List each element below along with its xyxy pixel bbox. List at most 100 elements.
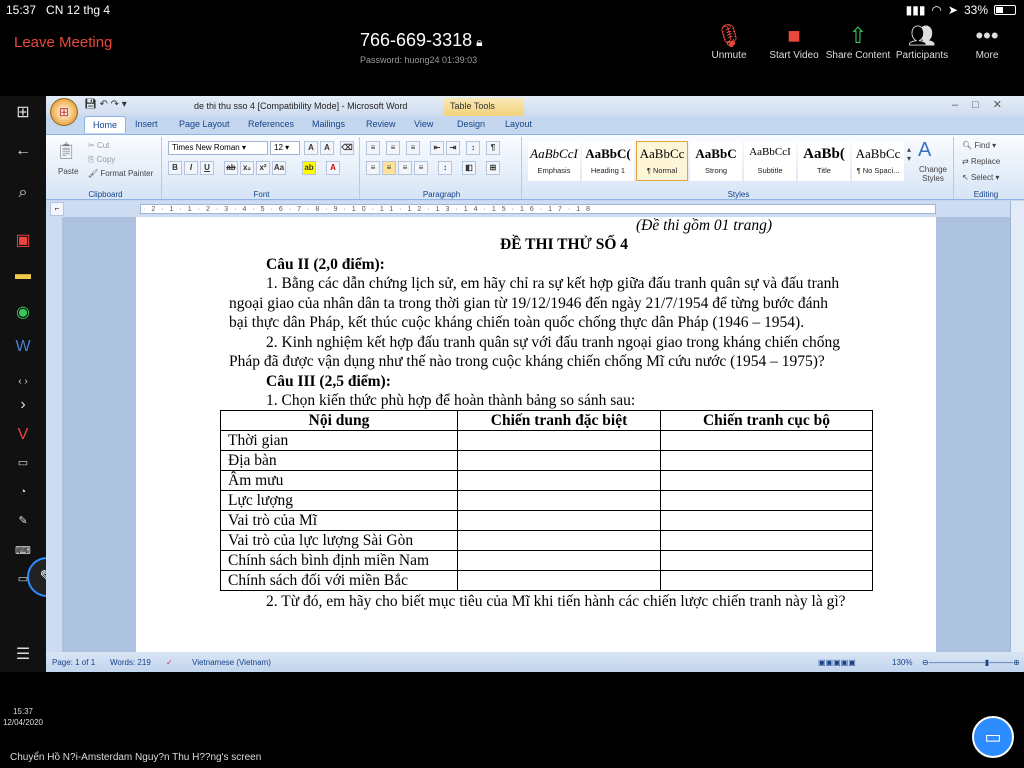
table-cell[interactable] [660, 530, 873, 551]
change-styles-icon[interactable]: A [918, 139, 931, 162]
v-app-icon[interactable]: V [10, 426, 36, 448]
align-center-icon[interactable]: ≡ [382, 161, 396, 175]
paste-icon[interactable]: 📋︎ [56, 141, 76, 161]
format-painter-button[interactable]: 🖌︎ Format Painter [88, 169, 153, 178]
scroll-arrows-icon[interactable]: ‹ › [10, 376, 36, 398]
bold-icon[interactable]: B [168, 161, 182, 175]
shrink-font-icon[interactable]: A [320, 141, 334, 155]
table-cell[interactable] [660, 450, 873, 471]
table-cell[interactable] [660, 510, 873, 531]
line-spacing-icon[interactable]: ↕ [438, 161, 452, 175]
table-cell[interactable] [457, 510, 661, 531]
pen-tray-icon[interactable]: ✎ [10, 514, 36, 536]
search-icon[interactable]: ⌕ [10, 184, 36, 206]
more-button[interactable]: ••• More [952, 22, 1022, 61]
windows-start-icon[interactable]: ⊞ [10, 102, 36, 124]
table-cell[interactable]: Vai trò của lực lượng Sài Gòn [220, 530, 458, 551]
justify-icon[interactable]: ≡ [414, 161, 428, 175]
chevron-right-icon[interactable]: › [10, 396, 36, 418]
superscript-icon[interactable]: x² [256, 161, 270, 175]
numbering-icon[interactable]: ≡ [386, 141, 400, 155]
table-cell[interactable] [660, 570, 873, 591]
table-cell[interactable]: Vai trò của Mĩ [220, 510, 458, 531]
style-normal[interactable]: AaBbCc ¶ Normal [636, 141, 688, 181]
zoom-slider[interactable]: ⊖———————▮———⊕ [922, 658, 1020, 667]
table-cell[interactable] [457, 450, 661, 471]
vertical-ruler[interactable] [46, 217, 62, 652]
ruler-track[interactable]: ·2·1·1·2·3·4·5·6·7·8·9·10·11·12·13·14·15… [140, 204, 936, 214]
clear-format-icon[interactable]: ⌫ [340, 141, 354, 155]
table-cell[interactable] [457, 550, 661, 571]
table-header[interactable]: Chiến tranh cục bộ [660, 410, 873, 431]
language[interactable]: Vietnamese (Vietnam) [192, 658, 271, 667]
copy-button[interactable]: ⎘ Copy [88, 155, 115, 165]
document-page[interactable]: (Đề thi gồm 01 trang) ĐỀ THI THỬ SỐ 4 Câ… [136, 217, 936, 652]
tab-home[interactable]: Home [84, 116, 127, 133]
tab-page-layout[interactable]: Page Layout [179, 119, 230, 129]
change-styles-button[interactable]: Change Styles [918, 165, 948, 183]
share-content-button[interactable]: ⇧ Share Content [823, 22, 893, 61]
table-cell[interactable] [457, 470, 661, 491]
page-count[interactable]: Page: 1 of 1 [52, 658, 95, 667]
table-cell[interactable]: Chính sách bình định miền Nam [220, 550, 458, 571]
paste-button[interactable]: Paste [58, 167, 78, 176]
highlight-icon[interactable]: ab [302, 161, 316, 175]
style-emphasis[interactable]: AaBbCcI Emphasis [528, 141, 580, 181]
tab-mailings[interactable]: Mailings [312, 119, 345, 129]
font-name-select[interactable]: Times New Roman ▾ [168, 141, 268, 155]
table-cell[interactable]: Thời gian [220, 430, 458, 451]
quick-access-toolbar[interactable]: 💾︎ ↶ ↷ ▾ [84, 99, 127, 110]
office-button[interactable]: ⊞ [50, 98, 78, 126]
table-cell[interactable] [457, 570, 661, 591]
italic-icon[interactable]: I [184, 161, 198, 175]
table-cell[interactable] [660, 490, 873, 511]
font-color-icon[interactable]: A [326, 161, 340, 175]
multilevel-list-icon[interactable]: ≡ [406, 141, 420, 155]
style-subtitle[interactable]: AaBbCcI Subtitle [744, 141, 796, 181]
table-header[interactable]: Chiến tranh đặc biệt [457, 410, 661, 431]
subscript-icon[interactable]: x₂ [240, 161, 254, 175]
find-button[interactable]: 🔍︎ Find ▾ [962, 141, 996, 150]
tab-design[interactable]: Design [457, 119, 485, 129]
bullets-icon[interactable]: ≡ [366, 141, 380, 155]
decrease-indent-icon[interactable]: ⇤ [430, 141, 444, 155]
table-cell[interactable] [660, 550, 873, 571]
borders-icon[interactable]: ⊞ [486, 161, 500, 175]
tab-insert[interactable]: Insert [135, 119, 158, 129]
back-icon[interactable]: ← [10, 142, 36, 164]
participants-button[interactable]: 👥︎ Participants [887, 22, 957, 61]
underline-icon[interactable]: U [200, 161, 214, 175]
table-cell[interactable]: Lực lượng [220, 490, 458, 511]
grow-font-icon[interactable]: A [304, 141, 318, 155]
word-count[interactable]: Words: 219 [110, 658, 151, 667]
tab-review[interactable]: Review [366, 119, 396, 129]
table-cell[interactable] [457, 530, 661, 551]
window-controls[interactable]: –□✕ [952, 98, 1016, 111]
pdf-app-icon[interactable]: ▣ [10, 230, 36, 252]
table-cell[interactable]: Âm mưu [220, 470, 458, 491]
table-cell[interactable] [660, 430, 873, 451]
browser-icon[interactable]: ◉ [10, 302, 36, 324]
change-case-icon[interactable]: Aa [272, 161, 286, 175]
table-cell[interactable]: Chính sách đối với miền Bắc [220, 570, 458, 591]
word-app-icon[interactable]: W [10, 338, 36, 360]
show-marks-icon[interactable]: ¶ [486, 141, 500, 155]
table-header[interactable]: Nội dung [220, 410, 458, 431]
view-buttons[interactable]: ▣▣▣▣▣ [818, 658, 856, 667]
notifications-icon[interactable]: ☰ [10, 644, 36, 666]
zoom-level[interactable]: 130% [892, 658, 912, 667]
tab-selector-icon[interactable]: ⌐ [50, 202, 64, 216]
styles-scroll-icon[interactable]: ▴ ▾ [907, 145, 911, 163]
horizontal-ruler[interactable]: ⌐ ·2·1·1·2·3·4·5·6·7·8·9·10·11·12·13·14·… [46, 201, 1024, 217]
style-title[interactable]: AaBb(Title [798, 141, 850, 181]
start-video-button[interactable]: ■ Start Video [759, 22, 829, 61]
select-button[interactable]: ↖ Select ▾ [962, 173, 999, 182]
tab-references[interactable]: References [248, 119, 294, 129]
comparison-table[interactable]: Nội dung Chiến tranh đặc biệt Chiến tran… [220, 410, 873, 591]
camera-icon[interactable]: ▭ [972, 716, 1014, 758]
tab-layout[interactable]: Layout [505, 119, 532, 129]
align-right-icon[interactable]: ≡ [398, 161, 412, 175]
font-size-select[interactable]: 12 ▾ [270, 141, 300, 155]
align-left-icon[interactable]: ≡ [366, 161, 380, 175]
vertical-scrollbar[interactable] [1010, 201, 1024, 652]
